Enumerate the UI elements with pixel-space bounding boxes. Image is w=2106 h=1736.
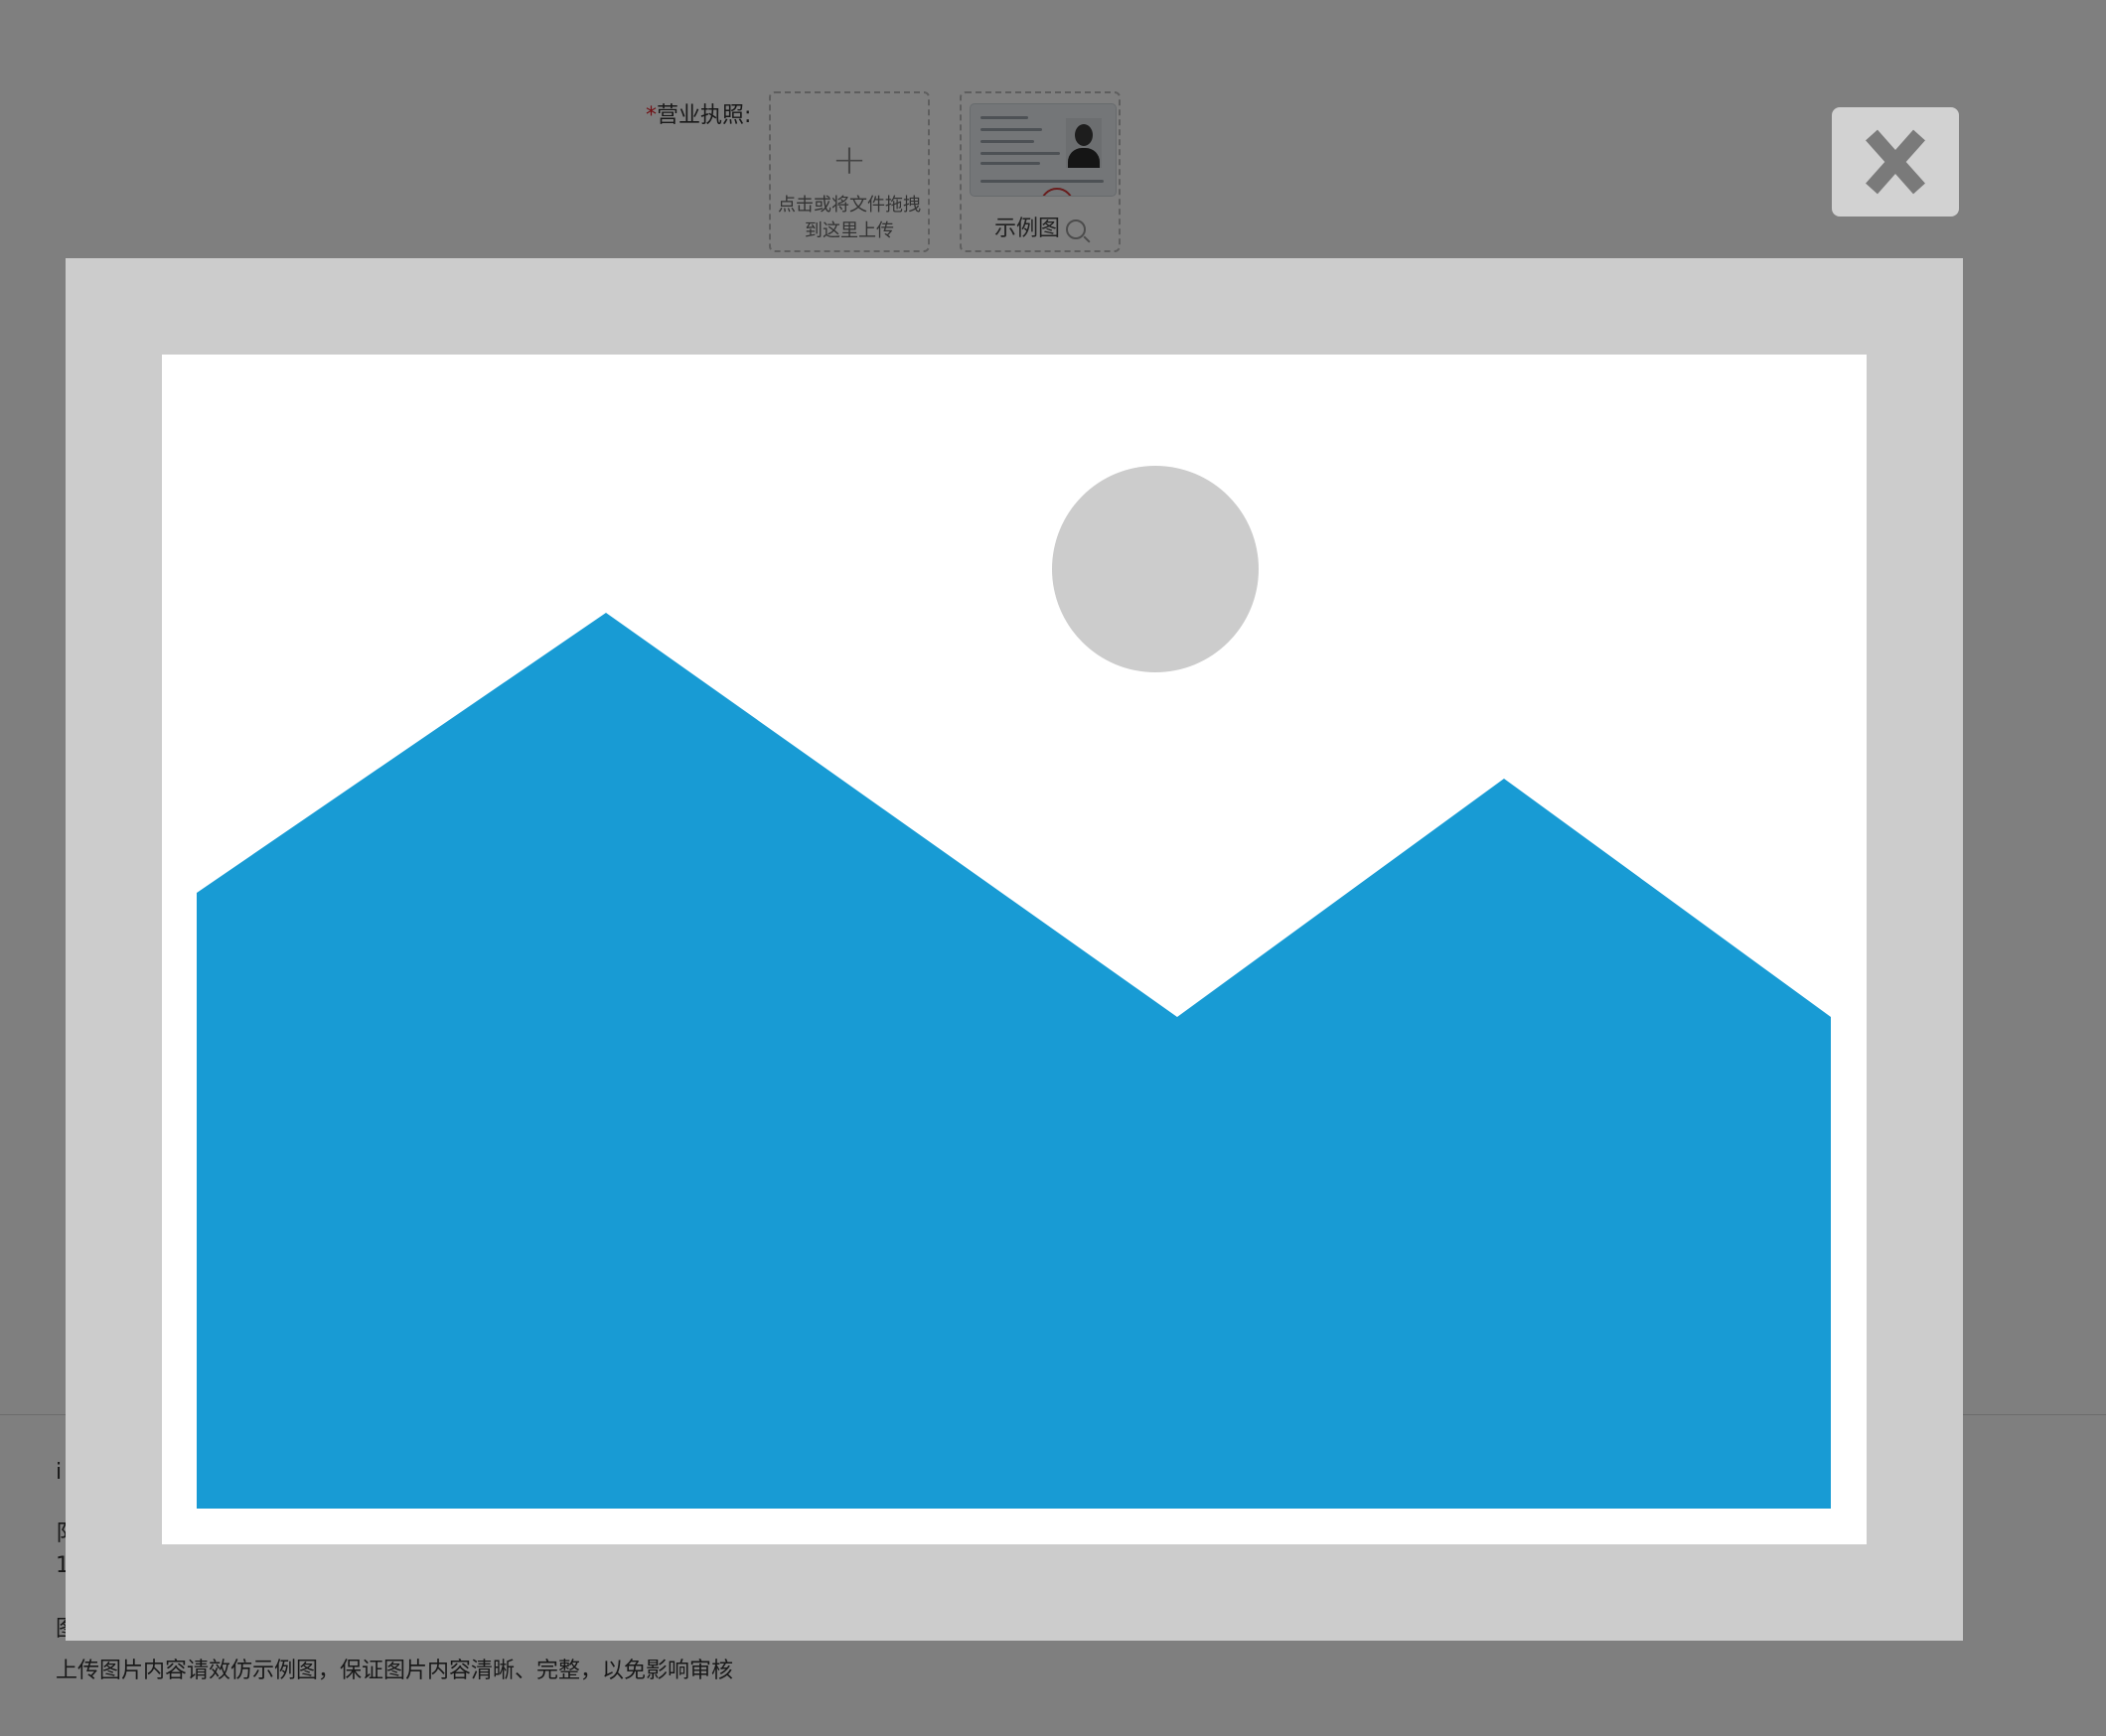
image-preview-overlay[interactable] [0,0,2106,1736]
close-icon [1866,129,1925,195]
sun-shape [1052,466,1259,672]
image-preview-lightbox [66,258,1963,1641]
image-placeholder [162,355,1867,1544]
close-button[interactable] [1832,107,1959,217]
image-placeholder-icon [197,466,1831,1509]
mountains-shape [197,613,1831,1509]
page-root: *营业执照: + 点击或将文件拖拽到这里上传 示例图 [0,0,2106,1736]
